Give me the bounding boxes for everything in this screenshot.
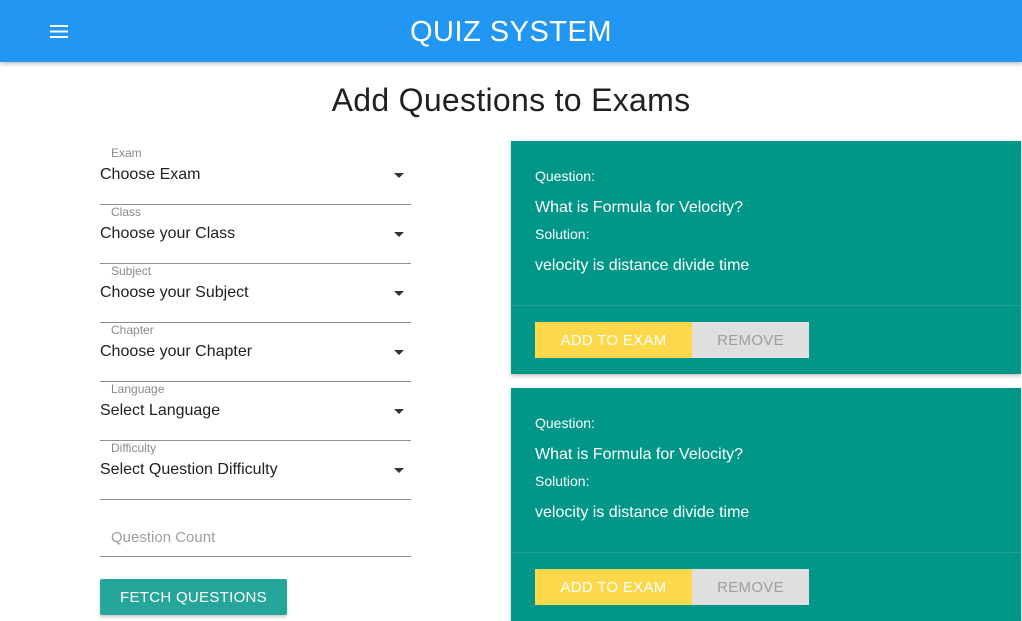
difficulty-select-label: Difficulty <box>111 441 157 455</box>
question-label: Question: <box>535 168 595 184</box>
remove-button[interactable]: REMOVE <box>692 569 809 605</box>
chapter-select-value: Choose your Chapter <box>100 343 253 360</box>
exam-select-label: Exam <box>111 146 142 160</box>
class-select[interactable]: Class Choose your Class <box>100 205 411 264</box>
dropdown-arrow-icon[interactable] <box>394 232 404 237</box>
exam-select-value: Choose Exam <box>100 166 201 183</box>
subject-select[interactable]: Subject Choose your Subject <box>100 264 411 323</box>
page-title: Add Questions to Exams <box>331 82 691 118</box>
dropdown-arrow-icon[interactable] <box>394 291 404 296</box>
question-text: What is Formula for Velocity? <box>535 446 744 463</box>
language-select-value: Select Language <box>100 402 221 419</box>
class-select-label: Class <box>111 205 142 219</box>
solution-label: Solution: <box>535 226 590 242</box>
card-divider <box>511 305 1021 306</box>
question-card: Question: What is Formula for Velocity? … <box>511 141 1021 374</box>
class-select-value: Choose your Class <box>100 225 236 242</box>
question-label: Question: <box>535 415 595 431</box>
dropdown-arrow-icon[interactable] <box>394 350 404 355</box>
dropdown-arrow-icon[interactable] <box>394 468 404 473</box>
chapter-select[interactable]: Chapter Choose your Chapter <box>100 323 411 382</box>
remove-button[interactable]: REMOVE <box>692 322 809 358</box>
add-to-exam-button[interactable]: ADD TO EXAM <box>535 322 692 358</box>
solution-text: velocity is distance divide time <box>535 257 750 274</box>
question-count-field <box>100 518 411 557</box>
language-select-label: Language <box>111 382 165 396</box>
language-select[interactable]: Language Select Language <box>100 382 411 441</box>
exam-select[interactable]: Exam Choose Exam <box>100 146 411 205</box>
solution-text: velocity is distance divide time <box>535 504 750 521</box>
add-to-exam-button[interactable]: ADD TO EXAM <box>535 569 692 605</box>
question-count-underline <box>100 556 411 557</box>
chapter-select-label: Chapter <box>111 323 154 337</box>
difficulty-select-underline <box>100 499 411 500</box>
dropdown-arrow-icon[interactable] <box>394 409 404 414</box>
subject-select-label: Subject <box>111 264 152 278</box>
difficulty-select-value: Select Question Difficulty <box>100 461 278 478</box>
dropdown-arrow-icon[interactable] <box>394 173 404 178</box>
fetch-questions-button[interactable]: FETCH QUESTIONS <box>100 579 287 615</box>
subject-select-value: Choose your Subject <box>100 284 249 301</box>
card-divider <box>511 552 1021 553</box>
solution-label: Solution: <box>535 473 590 489</box>
app-title: QUIZ SYSTEM <box>409 16 613 48</box>
question-card: Question: What is Formula for Velocity? … <box>511 388 1021 621</box>
app-bar: QUIZ SYSTEM <box>0 0 1022 62</box>
hamburger-menu-icon[interactable] <box>44 19 74 43</box>
difficulty-select[interactable]: Difficulty Select Question Difficulty <box>100 441 411 500</box>
question-count-input[interactable] <box>100 518 411 556</box>
question-text: What is Formula for Velocity? <box>535 199 744 216</box>
